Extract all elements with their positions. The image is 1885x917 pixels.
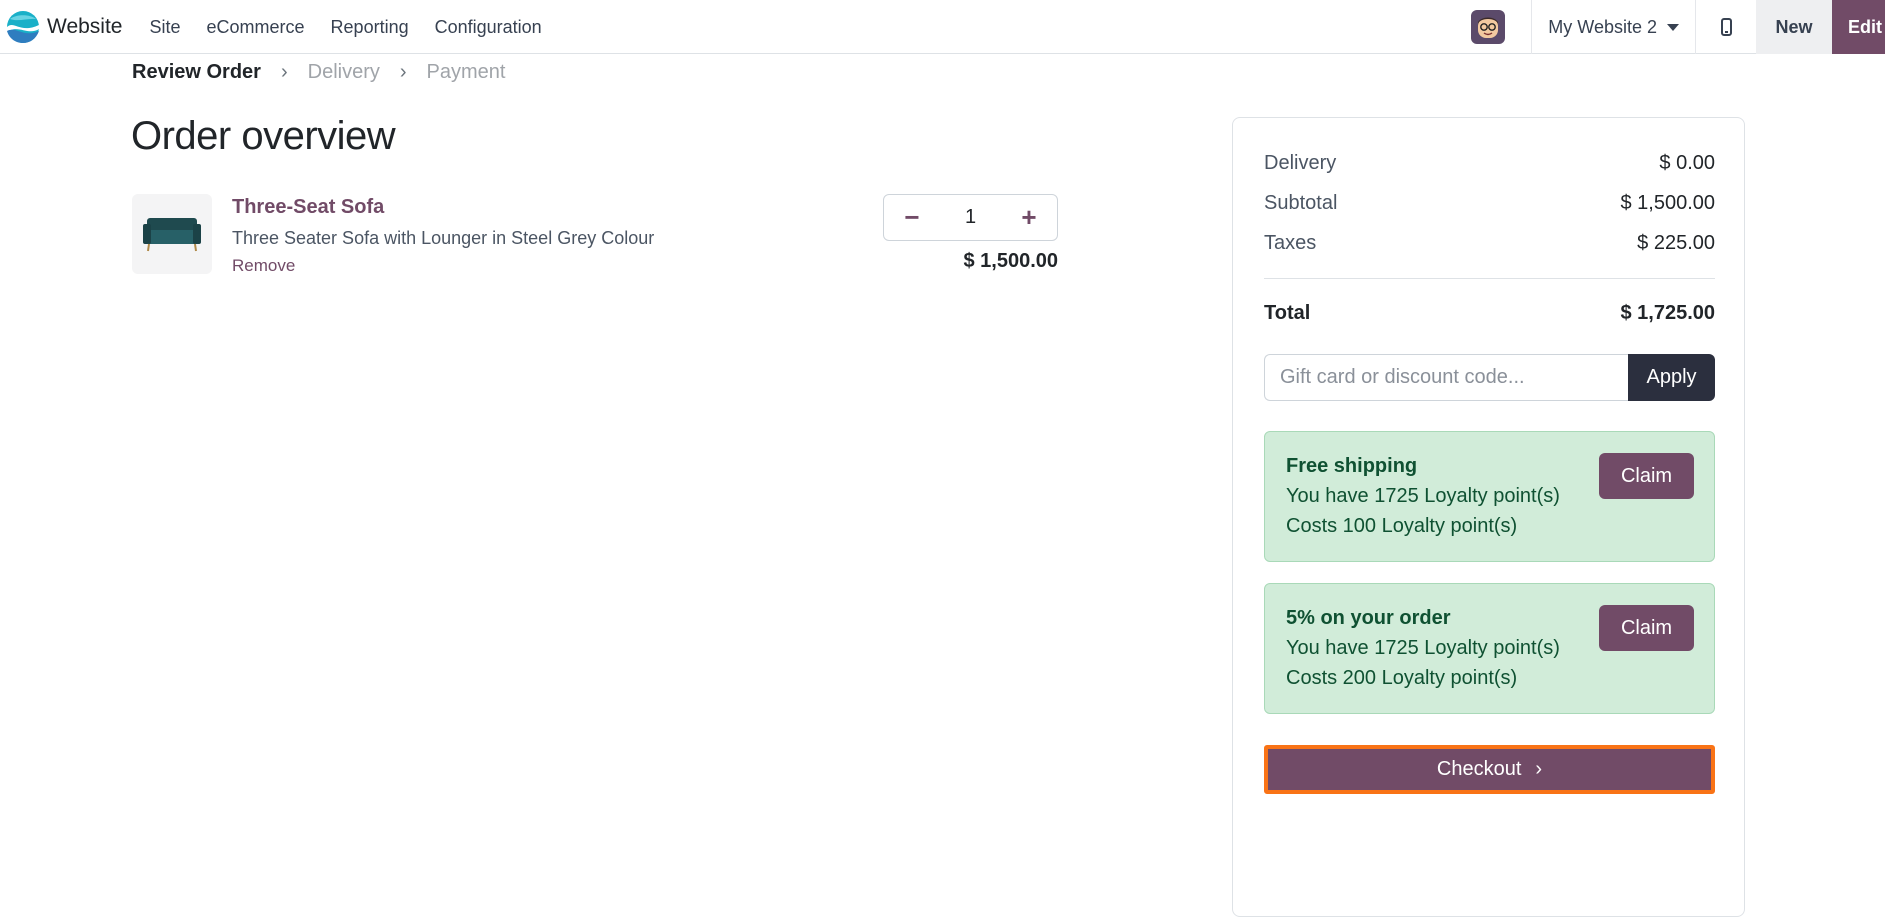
delivery-label: Delivery [1264,152,1337,174]
order-summary-card: Delivery $ 0.00 Subtotal $ 1,500.00 Taxe… [1232,117,1745,917]
sofa-icon [143,218,201,252]
menu-item-configuration[interactable]: Configuration [422,0,555,54]
new-button[interactable]: New [1756,0,1832,54]
total-row: Total $ 1,725.00 [1264,302,1715,325]
caret-down-icon [1667,23,1679,31]
quantity-input[interactable]: 1 [943,206,999,229]
cart-line: Three-Seat Sofa Three Seater Sofa with L… [132,194,1058,276]
avatar-face-icon [1478,17,1499,38]
reward-points-cost: Costs 100 Loyalty point(s) [1286,515,1518,537]
chevron-right-icon: › [280,60,288,83]
chevron-right-icon: › [1535,758,1543,780]
brand-name: Website [47,14,123,38]
quantity-stepper: − 1 + [883,194,1058,241]
claim-button[interactable]: Claim [1599,453,1694,499]
menu-item-reporting[interactable]: Reporting [318,0,422,54]
brand[interactable]: Website [6,0,122,54]
top-navbar: Website Site eCommerce Reporting Configu… [0,0,1885,54]
mobile-preview-button[interactable] [1696,0,1756,54]
product-image[interactable] [132,194,212,274]
subtotal-label: Subtotal [1264,192,1338,214]
reward-5-percent: 5% on your order You have 1725 Loyalty p… [1264,583,1715,714]
menu-item-ecommerce[interactable]: eCommerce [194,0,318,54]
reward-free-shipping: Free shipping You have 1725 Loyalty poin… [1264,431,1715,562]
total-value: $ 1,725.00 [1620,302,1715,324]
product-description: Three Seater Sofa with Lounger in Steel … [232,228,655,248]
checkout-label: Checkout [1436,758,1522,780]
topbar-actions: My Website 2 New Edit [1471,0,1885,54]
reward-title: 5% on your order [1286,607,1451,629]
remove-link[interactable]: Remove [232,256,295,276]
checkout-button[interactable]: Checkout › [1264,745,1715,794]
reward-points-cost: Costs 200 Loyalty point(s) [1286,667,1518,689]
plus-icon[interactable]: + [1001,195,1057,240]
discount-code-input[interactable] [1264,354,1628,401]
coupon-form: Apply [1264,354,1715,401]
edit-button[interactable]: Edit [1832,0,1885,54]
chevron-right-icon: › [399,60,407,83]
subtotal-value: $ 1,500.00 [1620,192,1715,214]
reward-points-available: You have 1725 Loyalty point(s) [1286,485,1560,507]
website-selector[interactable]: My Website 2 [1532,0,1695,54]
breadcrumb-review-order[interactable]: Review Order [132,61,261,84]
delivery-row: Delivery $ 0.00 [1264,152,1715,175]
website-logo-icon [7,10,39,43]
reward-title: Free shipping [1286,455,1418,477]
user-avatar[interactable] [1471,10,1506,44]
taxes-value: $ 225.00 [1637,232,1715,254]
mobile-phone-icon [1720,18,1732,36]
website-selector-label: My Website 2 [1548,16,1657,37]
main-menu: Site eCommerce Reporting Configuration [136,0,554,54]
breadcrumb-payment: Payment [426,60,506,83]
breadcrumb-delivery: Delivery [307,60,380,83]
minus-icon[interactable]: − [884,195,940,240]
total-label: Total [1264,302,1311,324]
apply-button[interactable]: Apply [1628,354,1715,401]
line-price: $ 1,500.00 [963,250,1058,272]
subtotal-row: Subtotal $ 1,500.00 [1264,192,1715,215]
taxes-row: Taxes $ 225.00 [1264,232,1715,255]
product-name-link[interactable]: Three-Seat Sofa [232,196,384,219]
menu-item-site[interactable]: Site [136,0,193,54]
checkout-breadcrumb: Review Order › Delivery › Payment [132,58,505,86]
divider [1264,278,1715,279]
claim-button[interactable]: Claim [1599,605,1694,651]
delivery-value: $ 0.00 [1659,152,1715,174]
reward-points-available: You have 1725 Loyalty point(s) [1286,637,1560,659]
taxes-label: Taxes [1264,232,1317,254]
page-title: Order overview [131,114,396,158]
